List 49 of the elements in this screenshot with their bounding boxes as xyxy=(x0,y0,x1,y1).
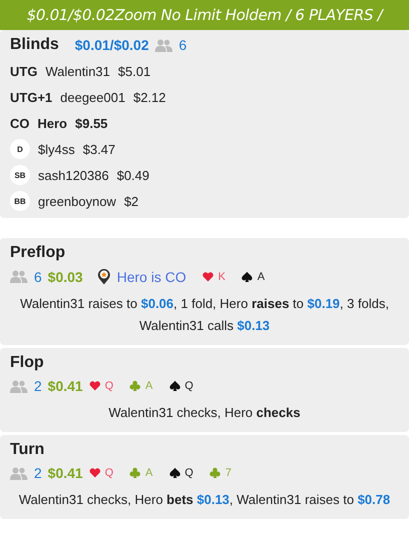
pot-amount: $0.41 xyxy=(48,465,83,481)
players-icon xyxy=(154,38,173,52)
player-stack: $3.47 xyxy=(82,142,116,156)
position-label: UTG xyxy=(10,64,38,78)
card-rank: Q xyxy=(184,380,194,392)
street-title: Preflop xyxy=(10,244,66,262)
pot-amount: $0.41 xyxy=(48,378,83,394)
players-icon xyxy=(10,380,28,392)
player-stack: $0.49 xyxy=(116,168,150,182)
player-name: Hero xyxy=(38,116,68,130)
position-label: UTG+1 xyxy=(10,90,52,104)
player-count: 2 xyxy=(34,378,42,394)
player-name: deegee001 xyxy=(60,90,126,104)
players-icon xyxy=(10,270,28,283)
hero-position: Hero is CO xyxy=(116,268,186,284)
player-count: 6 xyxy=(34,268,42,284)
player-stack: $2 xyxy=(124,194,139,208)
player-stack: $5.01 xyxy=(118,64,151,78)
position-badge: BB xyxy=(10,191,30,211)
card-rank: Q xyxy=(184,467,194,479)
pot-amount: $0.03 xyxy=(48,268,83,284)
card-rank: K xyxy=(218,270,226,282)
player-count: 2 xyxy=(34,465,42,481)
player-stack: $9.55 xyxy=(75,116,108,130)
action-summary: Walentin31 raises to $0.06, 1 fold, Hero raises to $0.19, 3 folds, Walentin31 calls $0.13 xyxy=(19,295,390,335)
action-summary: Walentin31 checks, Hero bets $0.13, Walentin31 raises to $0.78 xyxy=(18,491,392,509)
game-title-bar: $0.01/$0.02Zoom No Limit Holdem / 6 PLAYERS / xyxy=(0,0,409,30)
player-name: greenboynow xyxy=(38,194,116,208)
location-pin-icon xyxy=(96,268,111,285)
street-title: Flop xyxy=(10,354,45,372)
player-name: Walentin31 xyxy=(45,64,110,78)
players-icon xyxy=(10,466,28,480)
card-rank: Q xyxy=(104,467,114,479)
player-count: 6 xyxy=(178,37,187,53)
position-badge: SB xyxy=(10,165,30,185)
street-title: Turn xyxy=(10,441,46,459)
card-rank: A xyxy=(257,270,265,282)
stakes: $0.01/$0.02 xyxy=(74,37,149,53)
player-name: $ly4ss xyxy=(38,142,75,156)
card-rank: 7 xyxy=(225,467,232,479)
position-label: CO xyxy=(10,116,30,130)
position-badge: D xyxy=(10,139,30,159)
blinds-title: Blinds xyxy=(10,36,59,54)
player-stack: $2.12 xyxy=(133,90,166,104)
card-rank: A xyxy=(145,467,153,479)
card-rank: Q xyxy=(104,380,114,392)
card-rank: A xyxy=(145,380,153,392)
action-summary: Walentin31 checks, Hero checks xyxy=(108,404,302,422)
player-name: sash120386 xyxy=(38,168,109,182)
